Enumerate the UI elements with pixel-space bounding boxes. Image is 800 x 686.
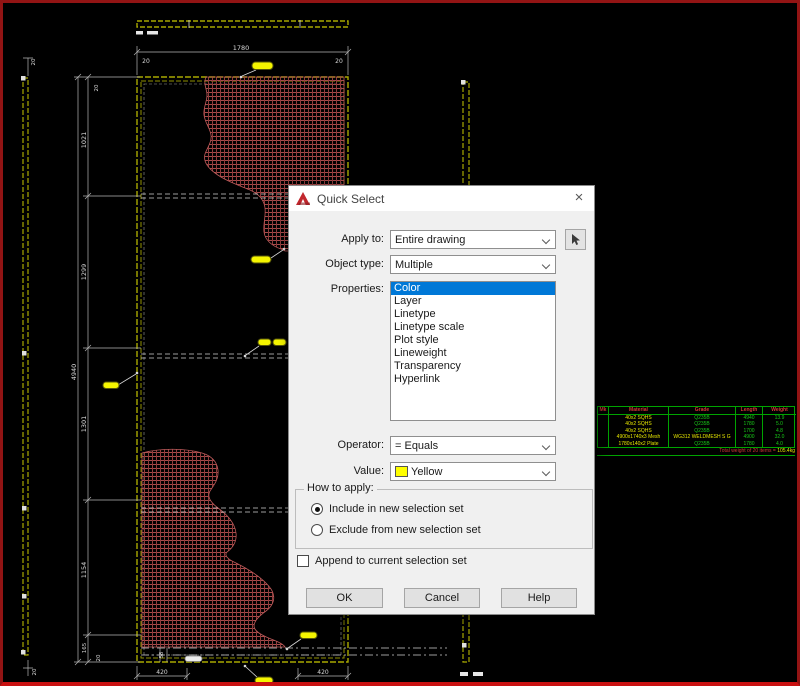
value-label: Value: [289,465,384,477]
dim-label: 1299 [80,264,88,281]
chevron-down-icon [542,261,550,269]
dim-label: 20 [94,84,100,91]
bom-total: Total weight of 20 items = 105.4kg [597,448,795,456]
properties-label: Properties: [289,283,384,295]
operator-dropdown[interactable]: = Equals [390,436,556,455]
object-type-label: Object type: [289,258,384,270]
include-option-label: Include in new selection set [329,503,464,515]
dim-label: 1780 [233,44,250,52]
exclude-radio-option[interactable]: Exclude from new selection set [311,524,481,536]
bom-header-weight: Weight [763,407,796,415]
close-icon[interactable]: × [570,189,588,207]
radio-selected-icon[interactable] [311,503,323,515]
bom-header-mk: Mk [598,407,609,415]
dim-label: 20 [32,668,38,675]
dim-label: 1301 [80,416,88,433]
label-tag [244,339,286,357]
include-radio-option[interactable]: Include in new selection set [311,503,464,515]
quick-select-dialog: Quick Select × Apply to: Entire drawing … [288,185,595,615]
label-tag [244,665,273,684]
exclude-option-label: Exclude from new selection set [329,524,481,536]
label-tag [240,62,273,78]
ok-button[interactable]: OK [306,588,383,608]
select-objects-button[interactable] [565,229,586,250]
cancel-button[interactable]: Cancel [404,588,480,608]
label-tag [286,632,317,650]
autocad-drawing-screen: 1780 20 20 1021 1299 1301 1154 165 4940 … [0,0,800,686]
chevron-down-icon [542,442,550,450]
bom-header-length: Length [736,407,763,415]
yellow-color-swatch-icon [395,466,408,477]
dim-label: 1154 [80,562,88,579]
properties-item-layer[interactable]: Layer [391,295,555,308]
dim-label: 420 [156,669,168,676]
bom-cell: 1780 [736,441,763,448]
dim-label: 20 [31,58,37,65]
bom-header-material: Material [609,407,669,415]
dim-label: 20 [335,58,343,65]
bom-total-value: 105.4kg [777,448,795,454]
properties-listbox[interactable]: Color Layer Linetype Linetype scale Plot… [390,281,556,421]
chevron-down-icon [542,236,550,244]
properties-item-lineweight[interactable]: Lineweight [391,347,555,360]
white-tag [185,656,202,662]
checkbox-unchecked-icon[interactable] [297,555,309,567]
object-type-value: Multiple [395,259,433,271]
dim-label: 4940 [70,364,78,381]
help-button[interactable]: Help [501,588,577,608]
hatch-bottom [142,449,285,647]
dim-label: 420 [317,669,329,676]
apply-to-dropdown[interactable]: Entire drawing [390,230,556,249]
properties-item-transparency[interactable]: Transparency [391,360,555,373]
properties-item-plot-style[interactable]: Plot style [391,334,555,347]
how-to-apply-label: How to apply: [304,482,377,494]
top-bar [136,20,348,35]
value-value: Yellow [411,466,442,478]
bom-cell: Q235B [669,441,736,448]
bom-cell: 1780x140x2 Plate [609,441,669,448]
bom-table: Mk Material Grade Length Weight 40x2 SQH… [597,406,795,456]
left-thin-bar [21,76,28,655]
radio-unselected-icon[interactable] [311,524,323,536]
label-tag [251,248,285,263]
dim-label: 20 [96,654,102,661]
bom-cell [598,441,609,448]
value-dropdown[interactable]: Yellow [390,462,556,481]
properties-item-linetype-scale[interactable]: Linetype scale [391,321,555,334]
label-tag [103,372,138,389]
properties-item-color[interactable]: Color [391,282,555,295]
how-to-apply-group: How to apply: Include in new selection s… [295,489,593,549]
properties-item-linetype[interactable]: Linetype [391,308,555,321]
chevron-down-icon [542,468,550,476]
select-objects-icon [569,233,582,246]
autocad-logo-icon [296,192,310,206]
dim-label: 1021 [80,132,88,149]
append-checkbox-row[interactable]: Append to current selection set [297,555,467,567]
dim-label: 165 [82,642,88,653]
bom-cell: 4.0 [763,441,796,448]
dialog-titlebar[interactable]: Quick Select × [289,186,594,211]
dim-label: 58 [159,652,165,658]
operator-value: = Equals [395,440,438,452]
append-checkbox-label: Append to current selection set [315,555,467,567]
bom-total-label: Total weight of 20 items = [719,448,777,454]
dialog-title: Quick Select [317,192,384,206]
operator-label: Operator: [289,439,384,451]
properties-item-hyperlink[interactable]: Hyperlink [391,373,555,386]
apply-to-value: Entire drawing [395,234,465,246]
apply-to-label: Apply to: [289,233,384,245]
dim-label: 20 [142,58,150,65]
bom-header-grade: Grade [669,407,736,415]
object-type-dropdown[interactable]: Multiple [390,255,556,274]
